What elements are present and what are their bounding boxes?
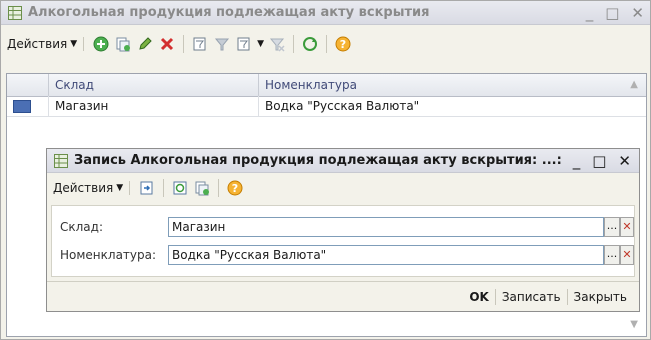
close-button[interactable]: ✕ [631, 4, 644, 22]
warehouse-field-row: Склад: Магазин ... ✕ [52, 216, 634, 238]
chevron-down-icon[interactable]: ▼ [257, 39, 264, 49]
cell-item: Водка "Русская Валюта" [265, 99, 420, 113]
edit-icon[interactable] [136, 35, 154, 53]
main-titlebar[interactable]: Алкогольная продукция подлежащая акту вс… [1, 1, 650, 25]
table-icon [54, 153, 68, 168]
filter-list-icon[interactable] [235, 35, 253, 53]
grid-header: Склад Номенклатура [7, 74, 646, 97]
dialog-actions-label: Действия [53, 181, 114, 195]
chevron-down-icon: ▼ [116, 183, 124, 193]
svg-text:?: ? [340, 38, 346, 51]
item-input[interactable]: Водка "Русская Валюта" [168, 245, 604, 265]
scroll-up-icon[interactable]: ▲ [630, 79, 638, 90]
add-icon[interactable] [92, 35, 110, 53]
dialog-footer: OK Записать Закрыть [47, 281, 639, 311]
toolbar-separator [293, 35, 295, 53]
cell-warehouse: Магазин [49, 96, 259, 116]
table-row[interactable]: Магазин Водка "Русская Валюта" [7, 96, 646, 117]
actions-label: Действия [7, 37, 68, 51]
write-button[interactable]: Записать [496, 288, 567, 306]
item-field-row: Номенклатура: Водка "Русская Валюта" ...… [52, 244, 634, 266]
toolbar-separator [218, 179, 220, 197]
help-icon[interactable]: ? [226, 179, 244, 197]
copy-icon[interactable] [193, 179, 211, 197]
item-label: Номенклатура: [60, 248, 157, 262]
filter-off-icon[interactable] [213, 35, 231, 53]
toolbar-separator [163, 179, 165, 197]
toolbar-separator [326, 35, 328, 53]
svg-text:?: ? [232, 182, 238, 195]
warehouse-input[interactable]: Магазин [168, 217, 604, 237]
actions-menu-button[interactable]: Действия ▼ [7, 37, 85, 51]
warehouse-clear-button[interactable]: ✕ [620, 217, 634, 237]
main-toolbar: Действия ▼ ▼ ? [1, 31, 650, 57]
help-icon[interactable]: ? [334, 35, 352, 53]
dialog-title: Запись Алкогольная продукция подлежащая … [74, 153, 562, 168]
dialog-minimize-button[interactable]: _ [573, 152, 581, 170]
chevron-down-icon: ▼ [70, 39, 78, 49]
warehouse-label: Склад: [60, 220, 103, 234]
dialog-form: Склад: Магазин ... ✕ Номенклатура: Водка… [51, 205, 635, 277]
dialog-titlebar[interactable]: Запись Алкогольная продукция подлежащая … [47, 149, 639, 173]
copy-icon[interactable] [114, 35, 132, 53]
warehouse-select-button[interactable]: ... [604, 217, 620, 237]
row-record-icon [13, 100, 31, 113]
item-clear-button[interactable]: ✕ [620, 245, 634, 265]
dialog-maximize-button[interactable]: □ [592, 152, 606, 170]
close-dialog-button[interactable]: Закрыть [568, 288, 633, 306]
filter-icon[interactable] [191, 35, 209, 53]
clear-filter-icon[interactable] [268, 35, 286, 53]
table-icon [8, 5, 22, 20]
toolbar-separator [183, 35, 185, 53]
maximize-button[interactable]: □ [605, 4, 619, 22]
item-select-button[interactable]: ... [604, 245, 620, 265]
refresh-icon[interactable] [171, 179, 189, 197]
save-close-icon[interactable] [138, 179, 156, 197]
refresh-icon[interactable] [301, 35, 319, 53]
scroll-down-icon[interactable]: ▼ [630, 319, 638, 330]
dialog-close-button[interactable]: ✕ [618, 152, 631, 170]
delete-icon[interactable] [158, 35, 176, 53]
grid-header-icon-column [7, 74, 49, 96]
minimize-button[interactable]: _ [586, 4, 594, 22]
dialog-actions-menu-button[interactable]: Действия ▼ [53, 181, 131, 195]
column-header-warehouse[interactable]: Склад [49, 74, 259, 96]
dialog-toolbar: Действия ▼ ? [47, 175, 639, 201]
column-header-item[interactable]: Номенклатура [259, 74, 646, 96]
main-window-title: Алкогольная продукция подлежащая акту вс… [28, 5, 430, 20]
record-dialog: Запись Алкогольная продукция подлежащая … [46, 148, 640, 312]
ok-button[interactable]: OK [463, 288, 495, 306]
